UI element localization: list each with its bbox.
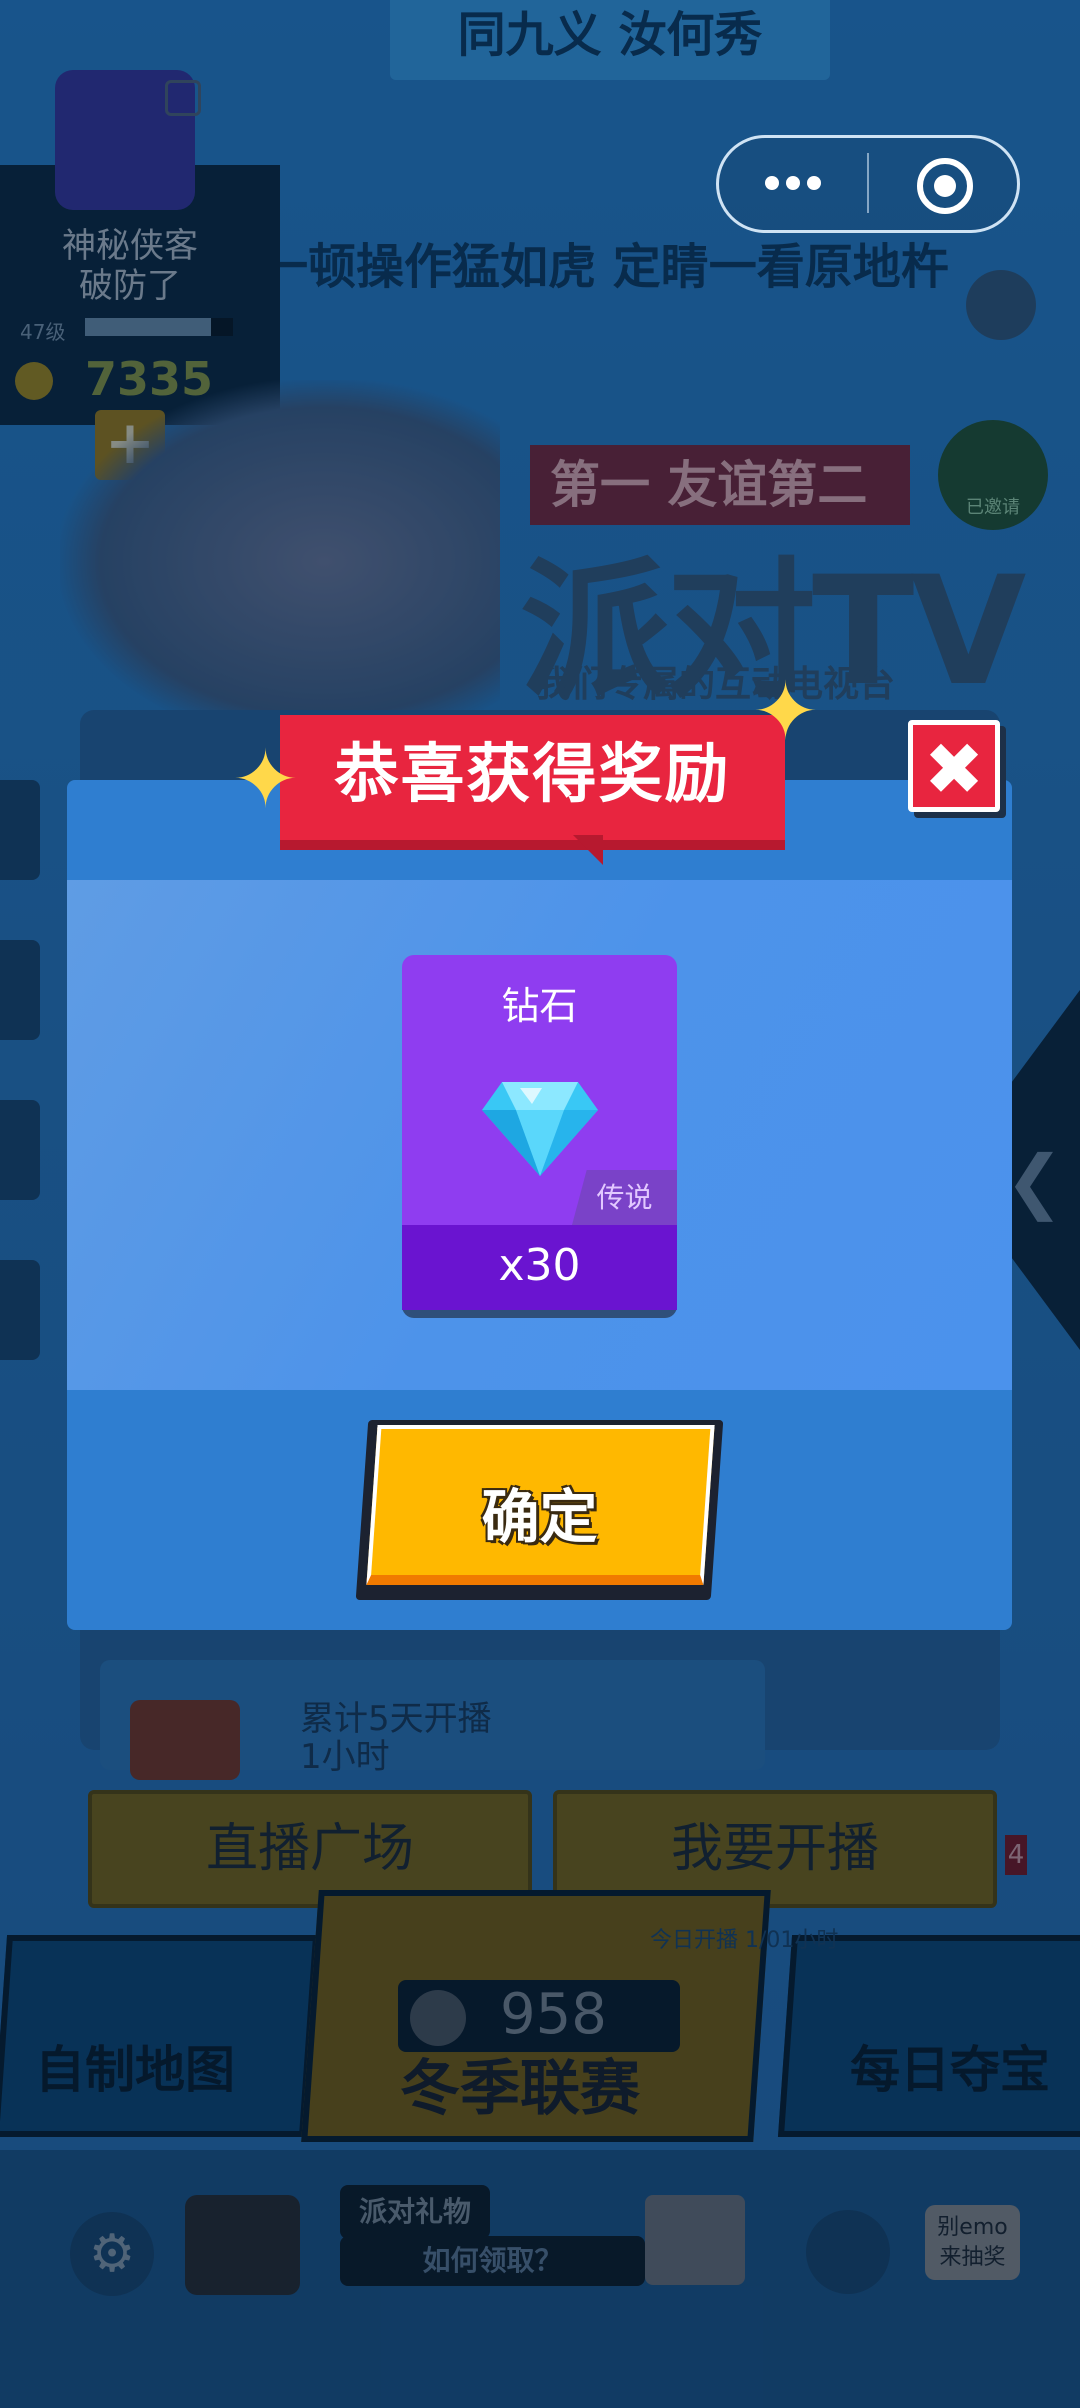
reward-name: 钻石 bbox=[501, 984, 578, 1028]
reward-quantity: x30 bbox=[402, 1225, 677, 1310]
more-dots-icon[interactable] bbox=[760, 158, 860, 208]
close-x-icon[interactable]: ✖ bbox=[908, 720, 1000, 812]
diamond-icon bbox=[480, 1072, 600, 1182]
ribbon-tail bbox=[573, 835, 603, 865]
capsule-divider bbox=[867, 153, 869, 213]
confirm-button-label[interactable]: 确定 bbox=[362, 1470, 717, 1554]
miniprogram-close-icon[interactable] bbox=[917, 158, 973, 214]
sparkle-icon: ✦ bbox=[232, 733, 300, 826]
rarity-tag: 传说 bbox=[572, 1170, 677, 1225]
dialog-title: 恭喜获得奖励 bbox=[280, 715, 785, 850]
sparkle-icon: ✦ bbox=[752, 665, 820, 758]
